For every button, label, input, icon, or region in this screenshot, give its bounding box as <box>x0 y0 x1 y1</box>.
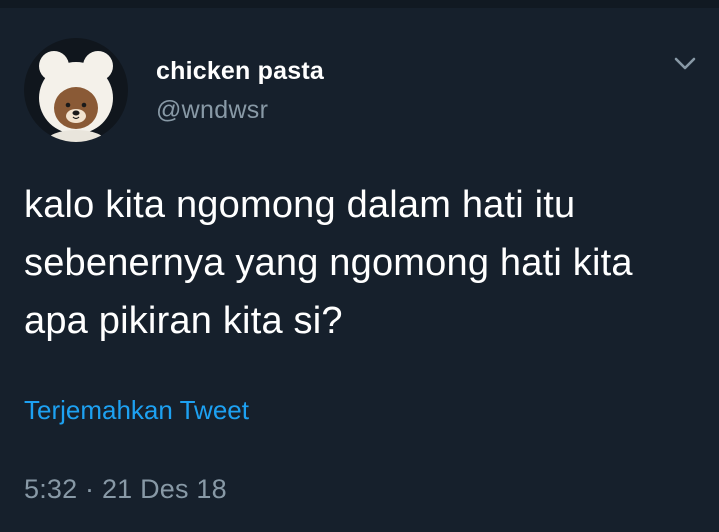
tweet-menu-button[interactable] <box>672 54 698 74</box>
top-divider <box>0 0 719 8</box>
tweet-timestamp[interactable]: 5:32 · 21 Des 18 <box>24 474 227 505</box>
display-name[interactable]: chicken pasta <box>156 57 324 86</box>
tweet-card: chicken pasta @wndwsr kalo kita ngomong … <box>0 8 719 532</box>
chevron-down-icon <box>674 57 696 70</box>
bear-avatar-icon <box>39 51 113 142</box>
avatar[interactable] <box>24 38 128 142</box>
tweet-text: kalo kita ngomong dalam hati itu sebener… <box>24 184 633 342</box>
user-handle[interactable]: @wndwsr <box>156 96 268 125</box>
translate-tweet-link[interactable]: Terjemahkan Tweet <box>24 395 249 426</box>
